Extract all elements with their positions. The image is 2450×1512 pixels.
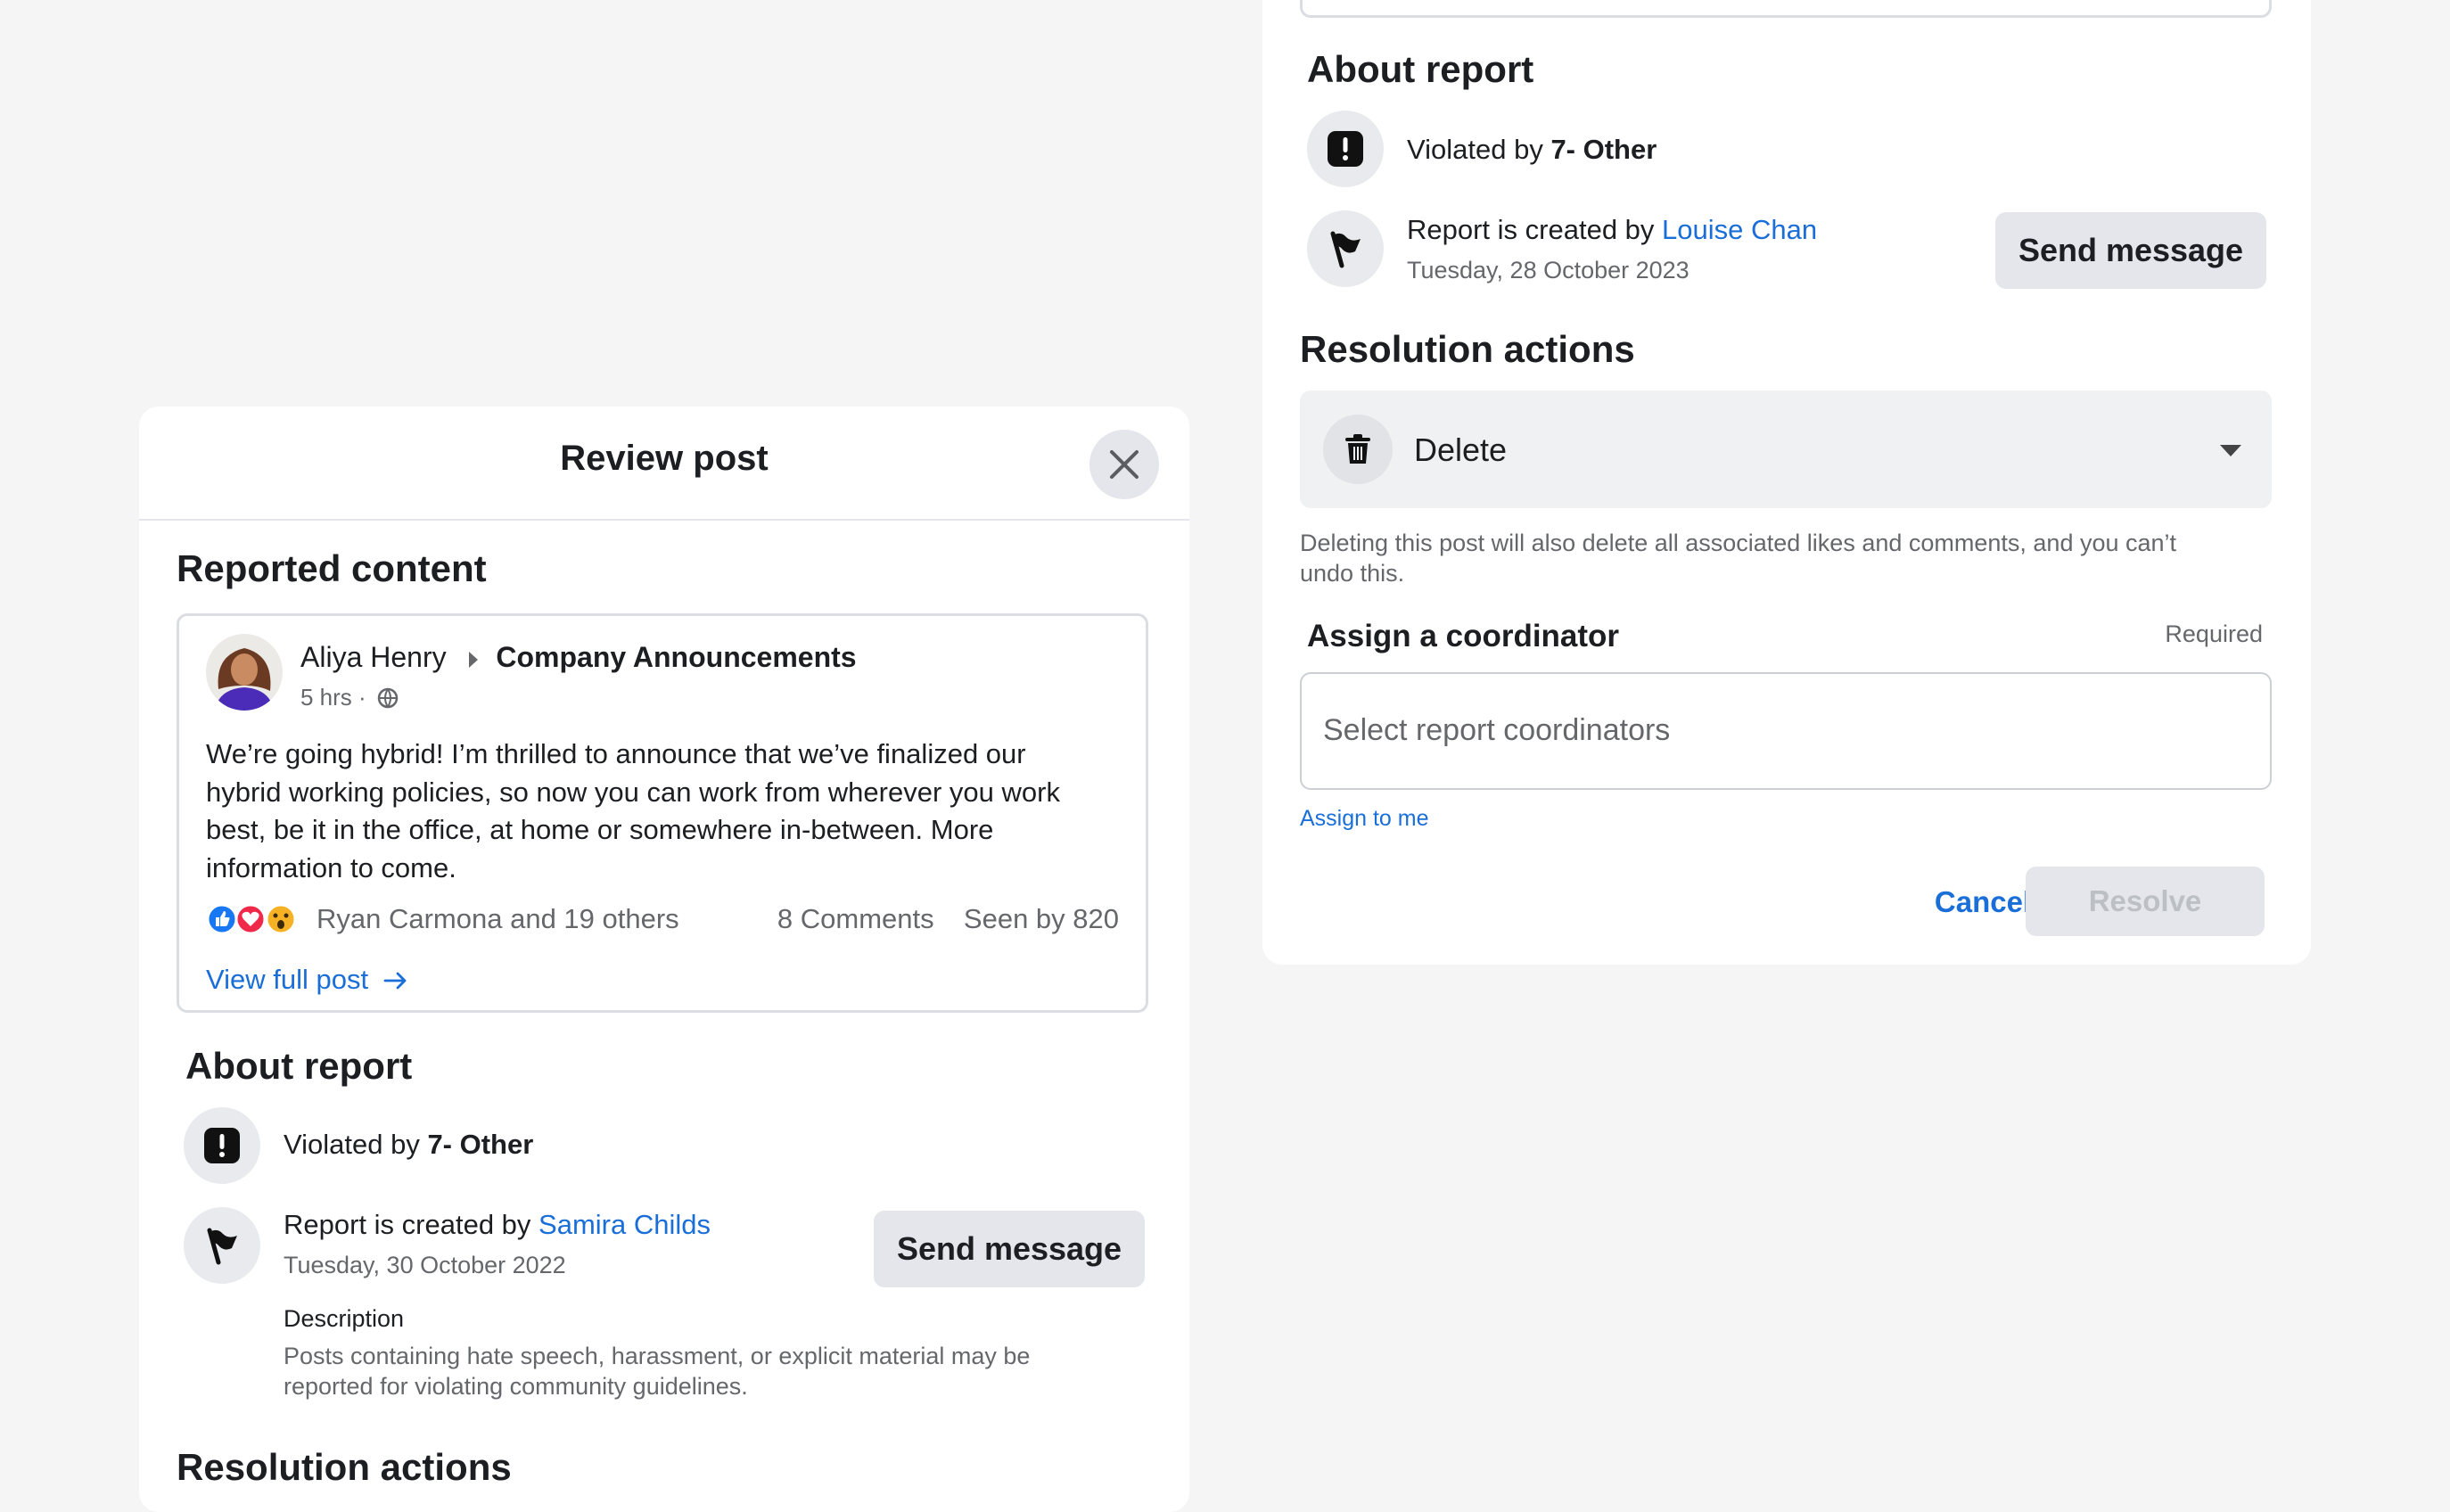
globe-icon xyxy=(377,687,399,709)
arrow-right-icon xyxy=(383,972,407,990)
view-full-post-link[interactable]: View full post xyxy=(206,964,408,996)
close-button[interactable] xyxy=(1089,430,1159,499)
send-message-button[interactable]: Send message xyxy=(1995,212,2266,289)
resolution-actions-heading: Resolution actions xyxy=(177,1446,512,1488)
resolution-action-select[interactable]: Delete xyxy=(1300,390,2272,508)
reactions-summary[interactable]: Ryan Carmona and 19 others xyxy=(317,903,679,935)
violation-text: Violated by 7- Other xyxy=(1407,134,1657,165)
coordinator-input[interactable]: Select report coordinators xyxy=(1300,672,2272,790)
reported-content-heading: Reported content xyxy=(177,547,487,589)
avatar xyxy=(206,634,283,711)
violation-icon-circle xyxy=(184,1107,260,1184)
resolution-actions-heading: Resolution actions xyxy=(1300,328,1635,370)
review-post-dialog-scrolled: About report Violated by 7- Other Report… xyxy=(1262,0,2311,965)
assign-coordinator-label: Assign a coordinator xyxy=(1307,619,1620,653)
post-text: We’re going hybrid! I’m thrilled to anno… xyxy=(206,738,1060,883)
description-text: Posts containing hate speech, harassment… xyxy=(284,1343,1031,1400)
report-created-text: Report is created by Louise Chan xyxy=(1407,214,1818,245)
post-time: 5 hrs · xyxy=(300,684,366,711)
content-card-bottom-edge xyxy=(1300,0,2272,18)
wow-icon xyxy=(265,903,297,935)
selected-action-label: Delete xyxy=(1414,431,1508,468)
flag-icon xyxy=(207,1228,237,1265)
trash-icon xyxy=(1345,434,1370,464)
violation-icon-circle xyxy=(1307,111,1384,187)
report-date: Tuesday, 28 October 2023 xyxy=(1407,257,1690,284)
about-report-heading: About report xyxy=(1307,48,1534,90)
report-creator-link[interactable]: Louise Chan xyxy=(1662,214,1817,245)
comments-count[interactable]: 8 Comments xyxy=(777,903,934,934)
trash-icon-circle xyxy=(1323,415,1393,484)
alert-icon xyxy=(1328,131,1363,167)
dialog-title: Review post xyxy=(560,439,769,478)
alert-icon xyxy=(204,1128,240,1163)
seen-by-count[interactable]: Seen by 820 xyxy=(964,903,1119,934)
report-created-text: Report is created by Samira Childs xyxy=(284,1209,711,1240)
delete-warning: Deleting this post will also delete all … xyxy=(1300,530,2177,587)
about-report-heading: About report xyxy=(185,1045,413,1087)
flag-icon xyxy=(1330,231,1361,268)
post-author-link[interactable]: Aliya Henry xyxy=(300,641,447,673)
violation-text: Violated by 7- Other xyxy=(284,1129,534,1160)
reported-post-card: Aliya Henry Company Announcements 5 hrs … xyxy=(177,613,1148,1013)
assign-to-me-link[interactable]: Assign to me xyxy=(1300,806,1429,832)
caret-down-icon xyxy=(2220,445,2241,456)
review-post-dialog: Review post Reported content Aliya Henry… xyxy=(139,407,1189,1512)
coordinator-placeholder: Select report coordinators xyxy=(1323,713,1671,747)
resolve-button[interactable]: Resolve xyxy=(2026,867,2265,936)
report-creator-icon-circle xyxy=(1307,210,1384,287)
required-label: Required xyxy=(2165,620,2263,647)
report-creator-link[interactable]: Samira Childs xyxy=(539,1209,711,1240)
report-creator-icon-circle xyxy=(184,1207,260,1284)
close-icon xyxy=(1110,450,1139,479)
description-label: Description xyxy=(284,1305,405,1332)
caret-right-icon xyxy=(468,651,478,668)
header-divider xyxy=(139,519,1189,521)
post-group-link[interactable]: Company Announcements xyxy=(496,641,856,673)
report-date: Tuesday, 30 October 2022 xyxy=(284,1252,566,1278)
reaction-icons[interactable] xyxy=(206,903,297,935)
send-message-button[interactable]: Send message xyxy=(874,1211,1145,1287)
